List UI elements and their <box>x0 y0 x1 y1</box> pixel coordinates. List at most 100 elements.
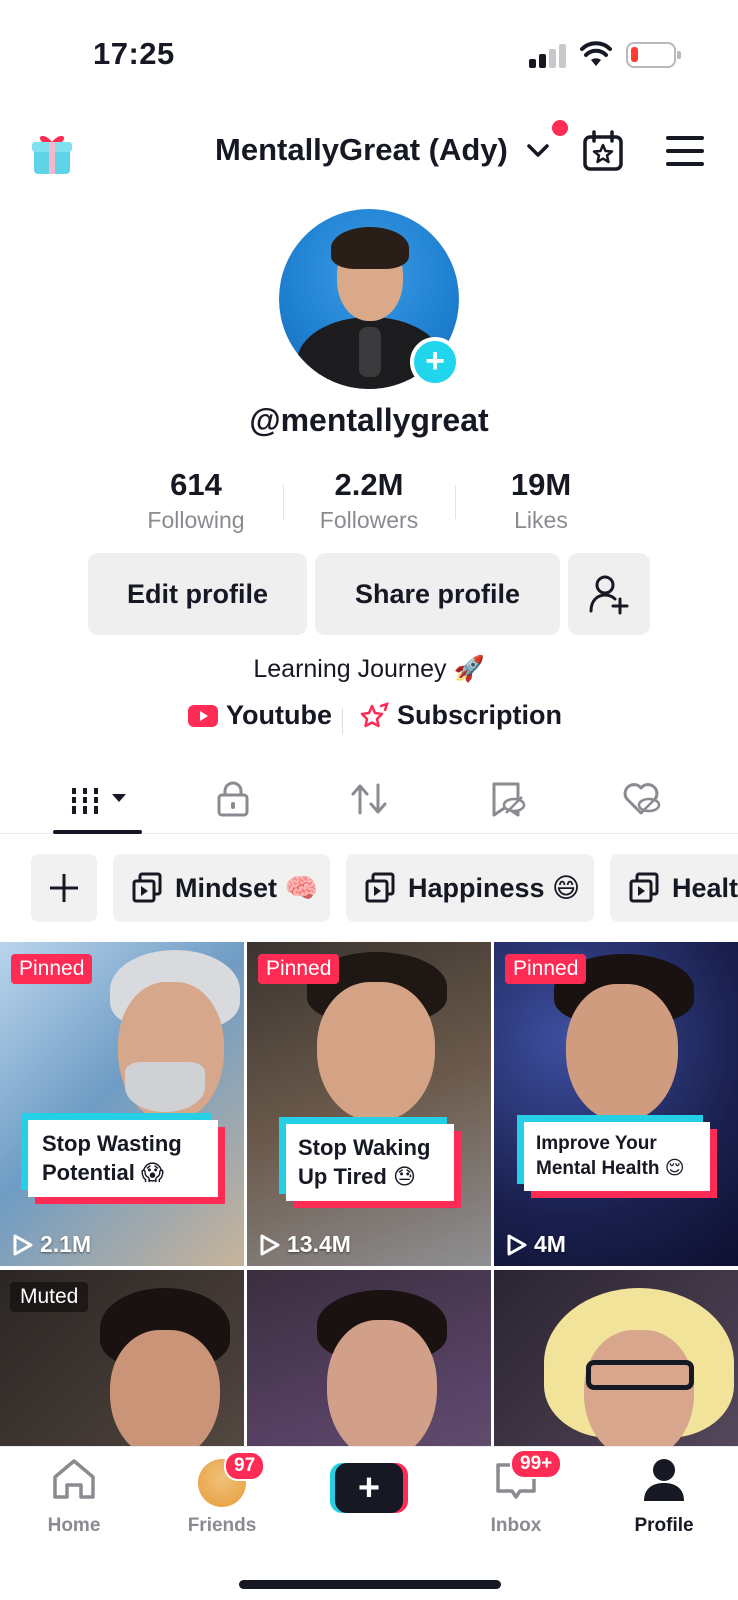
caption-line: Improve Your <box>536 1133 657 1154</box>
account-switcher[interactable]: MentallyGreat (Ady) <box>215 132 508 168</box>
nav-inbox[interactable]: 99+ Inbox <box>456 1447 576 1547</box>
view-count-label: 4M <box>534 1231 566 1257</box>
profile-avatar[interactable]: + <box>279 209 461 391</box>
video-caption: Stop Wasting Potential 😱 <box>28 1120 218 1198</box>
edit-profile-button[interactable]: Edit profile <box>88 553 307 635</box>
profile-icon <box>644 1459 684 1501</box>
playlist-label: Mindset 🧠 <box>175 873 319 903</box>
muted-badge: Muted <box>10 1282 89 1312</box>
youtube-icon <box>188 704 218 727</box>
status-time: 17:25 <box>93 36 175 71</box>
playlist-chip-mindset[interactable]: Mindset 🧠 <box>113 854 330 922</box>
nav-label: Friends <box>187 1515 257 1536</box>
gift-icon[interactable] <box>30 130 74 176</box>
content-tabs <box>0 770 738 834</box>
caption-line: Stop Waking <box>298 1135 431 1160</box>
subscription-link[interactable]: Subscription <box>359 700 562 731</box>
friends-badge: 97 <box>224 1451 266 1481</box>
playlist-chip-happiness[interactable]: Happiness 😄 <box>346 854 594 922</box>
menu-icon[interactable] <box>666 136 704 166</box>
profile-stats: 614 Following 2.2M Followers 19M Likes <box>0 467 738 537</box>
stat-value: 614 <box>170 467 222 502</box>
stat-value: 19M <box>510 467 572 502</box>
video-tile[interactable]: Pinned Stop Wasting Potential 😱 2.1M <box>0 942 244 1266</box>
stat-followers[interactable]: 2.2M Followers <box>294 467 444 534</box>
nav-label: Inbox <box>490 1515 542 1536</box>
heart-hidden-icon <box>623 783 661 815</box>
video-tile[interactable] <box>247 1270 491 1446</box>
profile-links: Youtube Subscription <box>0 700 738 740</box>
tab-private[interactable] <box>208 776 258 822</box>
pinned-badge: Pinned <box>11 954 93 984</box>
grid-icon <box>70 784 126 814</box>
playlist-icon <box>629 872 659 903</box>
stat-label: Following <box>147 507 245 533</box>
add-playlist-button[interactable] <box>31 854 97 922</box>
tab-liked[interactable] <box>616 776 666 822</box>
playlist-icon <box>365 872 395 903</box>
home-icon <box>53 1459 95 1499</box>
create-plus-icon: + <box>335 1463 403 1513</box>
stat-label: Likes <box>514 507 568 533</box>
caption-line: Stop Wasting <box>42 1131 182 1156</box>
nav-friends[interactable]: 97 Friends <box>162 1447 282 1547</box>
view-count-label: 13.4M <box>287 1231 351 1257</box>
view-count-label: 2.1M <box>40 1231 92 1257</box>
youtube-link[interactable]: Youtube <box>188 700 332 731</box>
add-user-icon <box>589 575 629 615</box>
caption-line: Potential 😱 <box>42 1159 164 1185</box>
add-story-plus-icon[interactable]: + <box>410 337 460 387</box>
status-bar: 17:25 <box>0 0 738 110</box>
link-label: Youtube <box>226 700 332 730</box>
caption-line: Up Tired 😓 <box>298 1163 416 1189</box>
glasses <box>586 1360 694 1390</box>
tab-favorites[interactable] <box>482 776 532 822</box>
pinned-badge: Pinned <box>258 954 340 984</box>
plus-icon <box>50 874 78 902</box>
video-tile[interactable]: Pinned Improve Your Mental Health 😌 4M <box>494 942 738 1266</box>
tab-reposts[interactable] <box>344 776 394 822</box>
playlist-chip-health[interactable]: Health <box>610 854 738 922</box>
repost-icon <box>351 783 387 815</box>
nav-profile[interactable]: Profile <box>604 1447 724 1547</box>
stat-following[interactable]: 614 Following <box>121 467 271 534</box>
tab-videos[interactable] <box>70 776 130 822</box>
notification-dot <box>552 120 568 136</box>
username: @mentallygreat <box>249 402 489 438</box>
divider <box>283 485 284 519</box>
pinned-badge: Pinned <box>505 954 587 984</box>
create-button[interactable]: + <box>330 1463 408 1513</box>
home-indicator <box>239 1580 501 1589</box>
caption-line: Mental Health 😌 <box>536 1157 685 1179</box>
divider <box>455 485 456 519</box>
calendar-star-icon[interactable] <box>582 130 624 172</box>
lock-icon <box>217 781 249 817</box>
nav-home[interactable]: Home <box>14 1447 134 1547</box>
view-count: 4M <box>506 1231 566 1258</box>
play-icon <box>260 1234 280 1255</box>
subscription-star-icon <box>360 701 389 727</box>
bookmark-hidden-icon <box>492 782 526 817</box>
video-caption: Improve Your Mental Health 😌 <box>524 1122 710 1192</box>
stat-value: 2.2M <box>334 467 404 502</box>
nav-label: Profile <box>634 1515 694 1536</box>
share-profile-button[interactable]: Share profile <box>315 553 560 635</box>
wifi-icon <box>580 41 612 66</box>
view-count: 2.1M <box>12 1231 91 1258</box>
playlist-label: Happiness 😄 <box>408 872 581 903</box>
nav-label: Home <box>47 1515 101 1536</box>
profile-header: MentallyGreat (Ady) <box>0 120 738 185</box>
playlist-chips: Mindset 🧠 Happiness 😄 Health <box>0 854 738 922</box>
play-icon <box>507 1234 527 1255</box>
video-tile[interactable]: Muted <box>0 1270 244 1446</box>
video-tile[interactable]: Pinned Stop Waking Up Tired 😓 13.4M <box>247 942 491 1266</box>
divider <box>342 708 343 734</box>
profile-bio: Learning Journey 🚀 <box>253 655 485 683</box>
chevron-down-icon[interactable] <box>525 138 551 164</box>
add-friend-button[interactable] <box>568 553 650 635</box>
video-tile[interactable] <box>494 1270 738 1446</box>
stat-likes[interactable]: 19M Likes <box>466 467 616 534</box>
video-grid: Pinned Stop Wasting Potential 😱 2.1M Pin… <box>0 942 738 1446</box>
bottom-nav: Home 97 Friends + 99+ Inbox Profile <box>0 1446 738 1600</box>
view-count: 13.4M <box>259 1231 351 1258</box>
